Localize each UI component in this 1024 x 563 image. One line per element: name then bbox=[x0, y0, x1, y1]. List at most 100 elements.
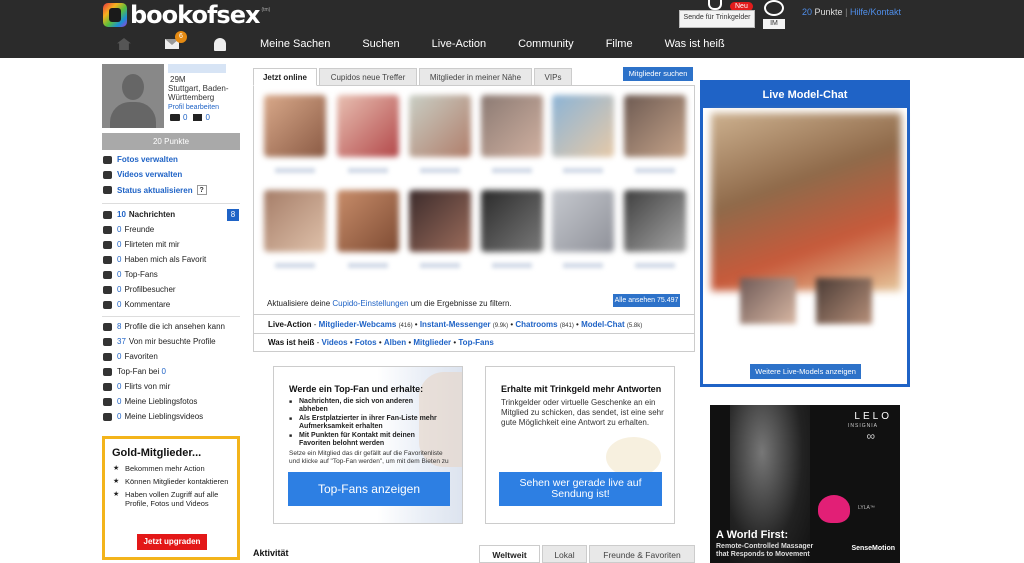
member-thumbnail[interactable] bbox=[409, 95, 471, 157]
mail-nav[interactable]: 6 bbox=[148, 31, 196, 49]
hot-albums-link[interactable]: Alben bbox=[384, 338, 406, 347]
member-thumbnail[interactable] bbox=[481, 95, 543, 157]
member-caption bbox=[348, 168, 388, 173]
edit-icon bbox=[103, 186, 112, 194]
visited-profiles-link[interactable]: 37 Von mir besuchte Profile bbox=[103, 337, 216, 346]
envelope-icon bbox=[103, 210, 112, 219]
tab-weltweit[interactable]: Weltweit bbox=[479, 545, 540, 563]
help-icon[interactable]: ? bbox=[196, 185, 207, 195]
nav-filme[interactable]: Filme bbox=[590, 38, 649, 50]
comment-icon bbox=[103, 300, 112, 309]
member-thumbnail[interactable] bbox=[337, 95, 399, 157]
instant-messenger-link[interactable]: Instant-Messenger bbox=[420, 320, 491, 329]
video-camera-icon bbox=[193, 114, 203, 122]
avatar-head bbox=[122, 74, 144, 100]
points-value[interactable]: 20 bbox=[802, 7, 812, 17]
gold-benefit: Können Mitglieder kontaktieren bbox=[113, 477, 231, 486]
favorites-link[interactable]: 0 Favoriten bbox=[103, 352, 158, 361]
avatar[interactable] bbox=[102, 64, 164, 128]
member-caption bbox=[348, 263, 388, 268]
hot-members-link[interactable]: Mitglieder bbox=[413, 338, 451, 347]
cupido-settings-link[interactable]: Cupido-Einstellungen bbox=[332, 299, 408, 308]
member-thumbnail[interactable] bbox=[264, 190, 326, 252]
chatrooms-link[interactable]: Chatrooms bbox=[515, 320, 557, 329]
ad-brand: LELO bbox=[854, 411, 892, 422]
nav-was-ist-heiss[interactable]: Was ist heiß bbox=[649, 38, 741, 50]
live-model-main-video[interactable] bbox=[711, 113, 901, 291]
flirted-with-me-link[interactable]: 0 Flirteten mit mir bbox=[103, 240, 180, 249]
video-count[interactable]: 0 bbox=[193, 113, 210, 122]
top-fan-of-link[interactable]: Top-Fan bei 0 bbox=[103, 367, 169, 376]
tab-cupidos-neue-treffer[interactable]: Cupidos neue Treffer bbox=[319, 68, 417, 86]
member-thumbnail[interactable] bbox=[481, 190, 543, 252]
nav-meine-sachen[interactable]: Meine Sachen bbox=[244, 38, 346, 50]
home-nav[interactable] bbox=[100, 38, 148, 50]
favorite-videos-link[interactable]: 0 Meine Lieblingsvideos bbox=[103, 412, 203, 421]
manage-photos-link[interactable]: Fotos verwalten bbox=[103, 155, 178, 164]
profile-visitors-link[interactable]: 0 Profilbesucher bbox=[103, 285, 176, 294]
logo[interactable]: bookofsex (tm) bbox=[103, 1, 270, 29]
my-flirts-link[interactable]: 0 Flirts von mir bbox=[103, 382, 170, 391]
member-caption bbox=[492, 263, 532, 268]
comments-link[interactable]: 0 Kommentare bbox=[103, 300, 170, 309]
points-bar[interactable]: 20 Punkte bbox=[102, 133, 240, 150]
viewable-profiles-link[interactable]: 8 Profile die ich ansehen kann bbox=[103, 322, 225, 331]
manage-videos-link[interactable]: Videos verwalten bbox=[103, 170, 182, 179]
camera-icon bbox=[103, 155, 112, 164]
live-model-thumbnail[interactable] bbox=[816, 278, 872, 324]
member-thumbnail[interactable] bbox=[264, 95, 326, 157]
cupido-hint: Aktualisiere deine Cupido-Einstellungen … bbox=[267, 299, 512, 308]
member-thumbnail[interactable] bbox=[624, 95, 686, 157]
more-live-models-button[interactable]: Weitere Live-Models anzeigen bbox=[750, 364, 861, 379]
tab-lokal[interactable]: Lokal bbox=[542, 545, 587, 563]
tab-vips[interactable]: VIPs bbox=[534, 68, 572, 86]
model-chat-link[interactable]: Model-Chat bbox=[581, 320, 625, 329]
im-icon[interactable] bbox=[764, 0, 784, 16]
hot-videos-link[interactable]: Videos bbox=[322, 338, 348, 347]
im-label[interactable]: IM bbox=[763, 19, 785, 29]
nav-suchen[interactable]: Suchen bbox=[346, 38, 415, 50]
messages-link[interactable]: 10 Nachrichten bbox=[103, 210, 175, 219]
member-thumbnail[interactable] bbox=[552, 190, 614, 252]
member-webcams-link[interactable]: Mitglieder-Webcams bbox=[319, 320, 397, 329]
friends-icon bbox=[103, 225, 112, 234]
gold-title: Gold-Mitglieder... bbox=[112, 447, 202, 459]
nav-community[interactable]: Community bbox=[502, 38, 590, 50]
live-model-thumbnail[interactable] bbox=[740, 278, 796, 324]
mail-count-badge: 6 bbox=[175, 31, 187, 43]
tab-mitglieder-naehe[interactable]: Mitglieder in meiner Nähe bbox=[419, 68, 532, 86]
tab-jetzt-online[interactable]: Jetzt online bbox=[253, 68, 317, 86]
favorited-me-link[interactable]: 0 Haben mich als Favorit bbox=[103, 255, 206, 264]
top-fan-benefit: Mit Punkten für Kontakt mit deinen Favor… bbox=[289, 432, 439, 448]
hot-photos-link[interactable]: Fotos bbox=[355, 338, 377, 347]
username-redacted[interactable] bbox=[168, 64, 226, 73]
member-thumbnail[interactable] bbox=[624, 190, 686, 252]
member-caption bbox=[492, 168, 532, 173]
member-thumbnail[interactable] bbox=[409, 190, 471, 252]
send-tips-button[interactable]: Sende für Trinkgelder bbox=[679, 10, 755, 28]
favorite-photos-link[interactable]: 0 Meine Lieblingsfotos bbox=[103, 397, 197, 406]
member-thumbnail[interactable] bbox=[337, 190, 399, 252]
search-members-button[interactable]: Mitglieder suchen bbox=[623, 67, 693, 81]
member-thumbnail[interactable] bbox=[552, 95, 614, 157]
show-top-fans-button[interactable]: Top-Fans anzeigen bbox=[288, 472, 450, 506]
edit-profile-link[interactable]: Profil bearbeiten bbox=[168, 104, 219, 111]
hot-top-fans-link[interactable]: Top-Fans bbox=[458, 338, 493, 347]
notifications-nav[interactable] bbox=[196, 37, 244, 51]
view-all-button[interactable]: Alle ansehen 75.497 bbox=[613, 294, 680, 307]
gift-image bbox=[606, 437, 661, 477]
nav-live-action[interactable]: Live-Action bbox=[416, 38, 502, 50]
see-who-is-live-button[interactable]: Sehen wer gerade live auf Sendung ist! bbox=[499, 472, 662, 506]
update-status-link[interactable]: Status aktualisieren? bbox=[103, 185, 207, 195]
top-fans-link[interactable]: 0 Top-Fans bbox=[103, 270, 158, 279]
advertisement-banner[interactable]: LELO INSIGNIA ∞ LYLA™ A World First: Rem… bbox=[710, 405, 900, 563]
top-fan-description: Setze ein Mitglied das dir gefällt auf d… bbox=[289, 450, 449, 465]
tab-freunde-favoriten[interactable]: Freunde & Favoriten bbox=[589, 545, 695, 563]
help-contact-link[interactable]: Hilfe/Kontakt bbox=[850, 7, 901, 17]
gift-icon[interactable] bbox=[708, 0, 722, 10]
upgrade-button[interactable]: Jetzt upgraden bbox=[137, 534, 207, 550]
infinity-icon: ∞ bbox=[866, 429, 875, 443]
top-fan-benefit: Nachrichten, die sich von anderen abhebe… bbox=[289, 398, 439, 414]
photo-count[interactable]: 0 bbox=[170, 113, 187, 122]
friends-link[interactable]: 0 Freunde bbox=[103, 225, 154, 234]
